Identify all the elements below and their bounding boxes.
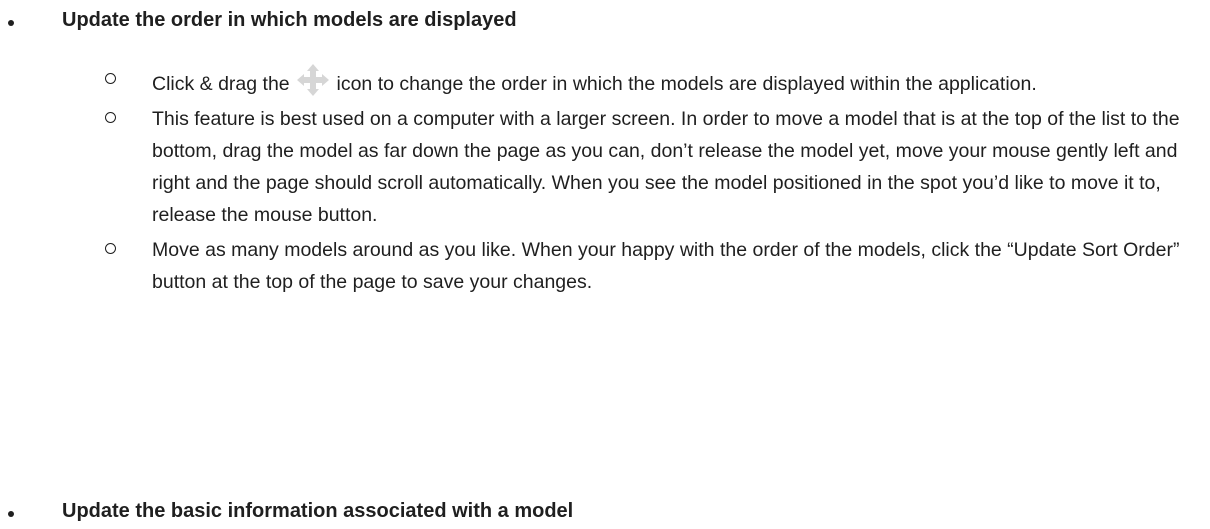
item-text: This feature is best used on a computer … [152,108,1180,226]
item-text: Move as many models around as you like. … [152,239,1180,293]
list-item: Move as many models around as you like. … [0,234,1210,298]
section-heading: Update the order in which models are dis… [62,9,517,31]
move-arrows-icon [297,64,330,96]
bullet-point [8,20,14,26]
document-page: Update the order in which models are dis… [0,0,1210,529]
circle-bullet [105,243,116,254]
bullet-point [8,511,14,517]
item-text-before-icon: Click & drag the [152,73,290,95]
list-item: Click & drag the icon to change the orde… [0,64,1210,100]
item-text-after-icon: icon to change the order in which the mo… [336,73,1037,95]
section-heading: Update the basic information associated … [62,500,574,522]
circle-bullet [105,112,116,123]
circle-bullet [105,73,116,84]
sub-list: Click & drag the icon to change the orde… [0,64,1210,301]
list-item: This feature is best used on a computer … [0,103,1210,231]
